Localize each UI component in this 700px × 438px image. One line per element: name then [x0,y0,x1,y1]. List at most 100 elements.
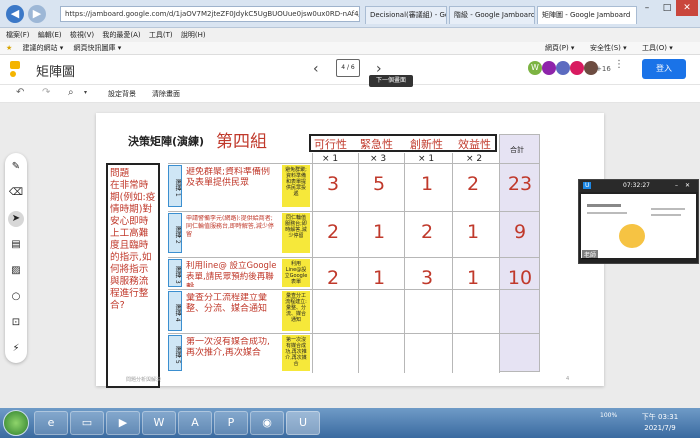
score-value: 2 [466,173,480,195]
menu-file[interactable]: 檔案(F) [6,31,30,39]
text-box-icon[interactable]: ⊡ [8,315,24,331]
avatar[interactable] [556,61,570,75]
minimize-icon[interactable]: – [636,0,658,16]
clock-time[interactable]: 下午 03:31 [640,412,680,422]
option-label: 選擇 4 [168,291,182,331]
video-window[interactable]: U 07:32:27 – ✕ 老師 [578,179,699,264]
score-value: 1 [466,221,480,243]
login-button[interactable]: 登入 [642,59,686,79]
video-time: 07:32:27 [623,182,650,189]
video-minimize-icon[interactable]: – [675,180,678,192]
zoom-icon[interactable]: ⌕ [68,87,74,98]
maximize-icon[interactable]: □ [656,0,678,16]
browser-titlebar: ◀ ▶ https://jamboard.google.com/d/1jaOV7… [0,0,700,28]
start-button[interactable] [3,410,29,436]
word-taskbar-icon[interactable]: W [142,411,176,435]
avatar[interactable] [542,61,556,75]
tab-matrix[interactable]: 矩陣圖 - Google Jamboard [537,6,637,24]
slide-illustration [619,224,645,248]
option-label: 選擇 1 [168,165,182,207]
menu-safety[interactable]: 安全性(S) ▾ [590,42,627,55]
grid-line [312,153,313,373]
jamboard-header: 矩陣圖 ‹ 4 / 6 › 下一個畫面 W +16 ⋮ 登入 [0,55,700,87]
pen-icon[interactable]: ✎ [8,159,24,175]
board-title[interactable]: 矩陣圖 [36,61,75,80]
video-app-icon: U [583,182,592,189]
ie-taskbar-icon[interactable]: e [34,411,68,435]
option-label: 選擇 5 [168,335,182,371]
pdf-taskbar-icon[interactable]: A [178,411,212,435]
grid-line [404,153,405,373]
tab-decisional[interactable]: Decisional(審議組) - Google ... [365,6,447,24]
option-label: 選擇 3 [168,259,182,287]
option-text: 第一次沒有媒合成功,再次推介,再次媒合 [186,337,270,358]
undo-icon[interactable]: ↶ [16,87,24,98]
close-icon[interactable]: ✕ [676,0,698,16]
menu-tools-right[interactable]: 工具(O) ▾ [642,42,673,55]
criterion-benefit: 效益性 [458,138,491,151]
grid-line [499,153,500,373]
score-value: 2 [420,221,434,243]
total-label: 合計 [510,146,524,154]
menu-edit[interactable]: 編輯(E) [38,31,62,39]
shared-slide-thumbnail [581,194,696,258]
explorer-taskbar-icon[interactable]: ▭ [70,411,104,435]
tab-jamboard-level[interactable]: 階級 - Google Jamboard [449,6,535,24]
menu-page[interactable]: 網頁(P) ▾ [545,42,574,55]
menu-tools[interactable]: 工具(T) [149,31,173,39]
sticky-note-icon[interactable]: ▤ [8,237,24,253]
sticky-note[interactable]: 同仁輪值服務台;即時解答,減少停留 [282,213,310,253]
address-bar[interactable]: https://jamboard.google.com/d/1jaOV7M2jt… [60,6,360,22]
avatar-more-count[interactable]: +16 [596,65,611,73]
zoom-dropdown-icon[interactable]: ▾ [84,89,87,96]
score-value: 5 [372,173,386,195]
back-button[interactable]: ◀ [6,5,24,23]
meeting-taskbar-icon[interactable]: U [286,411,320,435]
fav-suggested-sites[interactable]: 建議的網站 ▾ [23,44,64,52]
select-icon[interactable]: ➤ [8,211,24,227]
more-options-icon[interactable]: ⋮ [614,59,628,73]
redo-icon[interactable]: ↷ [42,87,50,98]
prev-frame-button[interactable]: ‹ [313,61,319,77]
score-value: 1 [372,267,386,289]
avatar[interactable]: W [528,61,542,75]
menu-bar: 檔案(F) 編輯(E) 檢視(V) 我的最愛(A) 工具(T) 說明(H) [0,28,700,42]
set-background-button[interactable]: 設定背景 [108,89,136,99]
grid-line [358,153,359,373]
video-close-icon[interactable]: ✕ [685,180,690,192]
left-tool-palette: ✎ ⌫ ➤ ▤ ▨ ○ ⊡ ⚡ [5,153,27,363]
fav-web-slice[interactable]: 網頁快訊圖庫 ▾ [74,44,122,52]
jam-frame[interactable]: 決策矩陣(演練) 第四組 可行性 緊急性 創新性 效益性 × 1 × 3 × 1… [96,113,604,388]
criterion-innovation: 創新性 [410,138,443,151]
board-toolbar: ↶ ↷ ⌕ ▾ 設定背景 清除畫面 [0,85,700,103]
windows-taskbar: e ▭ ▶ W A P ◉ U 100% 下午 03:31 2021/7/9 [0,408,700,438]
laser-icon[interactable]: ⚡ [8,341,24,357]
media-taskbar-icon[interactable]: ▶ [106,411,140,435]
clear-frame-button[interactable]: 清除畫面 [152,89,180,99]
clock-date[interactable]: 2021/7/9 [640,424,680,432]
score-value: 1 [466,267,480,289]
sticky-note[interactable]: 彙查分工流程建立:彙整、分流、媒合通知 [282,291,310,331]
forward-button[interactable]: ▶ [28,5,46,23]
chrome-taskbar-icon[interactable]: ◉ [250,411,284,435]
menu-help[interactable]: 說明(H) [181,31,206,39]
grid-line [452,153,453,373]
powerpoint-taskbar-icon[interactable]: P [214,411,248,435]
sticky-note[interactable]: 第一次沒有媒合成功,再次推介,再次媒合 [282,335,310,371]
option-label: 選擇 2 [168,213,182,253]
eraser-icon[interactable]: ⌫ [8,185,24,201]
frame-bar-button[interactable]: 4 / 6 [336,59,360,77]
avatar[interactable] [570,61,584,75]
zoom-level[interactable]: 100% [600,412,617,419]
menu-view[interactable]: 檢視(V) [70,31,94,39]
star-icon[interactable]: ★ [6,44,12,52]
board-title-text: 決策矩陣(演練) [128,135,205,148]
sticky-note[interactable]: 避免群聚;資料準備和表單提供民眾投遞 [282,165,310,207]
menu-favorites[interactable]: 我的最愛(A) [102,31,140,39]
sticky-note[interactable]: 利用Line@設立Google表單 [282,259,310,287]
option-text: 利用line@ 設立Google表單,請民眾預約後再聯繫 [186,261,277,287]
circle-icon[interactable]: ○ [8,289,24,305]
jamboard-logo-icon [8,61,22,79]
problem-box: 問題 在非常時期(例如:疫情時期)對安心即時上工高難度且臨時的指示,如何將指示與… [106,163,160,388]
image-icon[interactable]: ▨ [8,263,24,279]
